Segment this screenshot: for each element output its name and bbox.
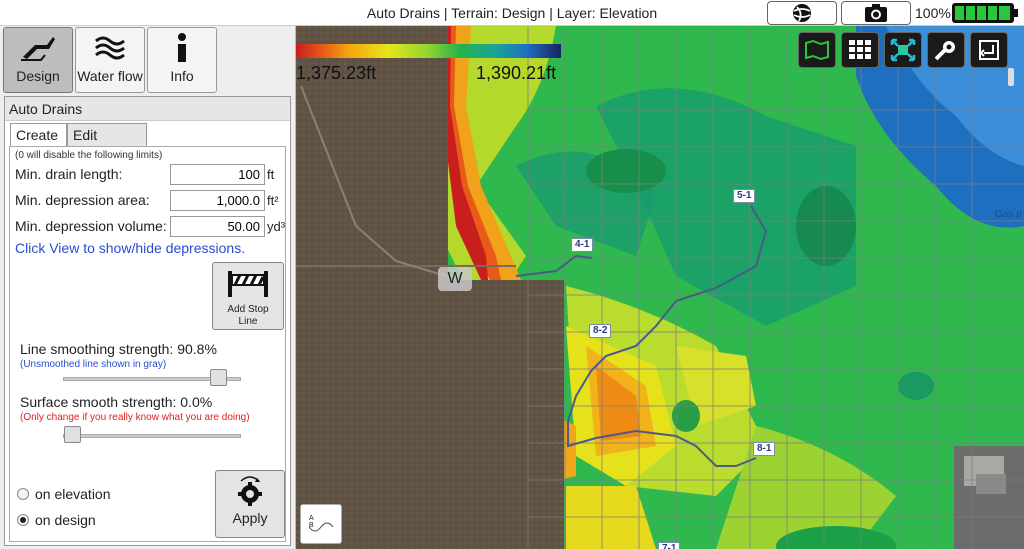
mode-info-button[interactable]: Info [147, 27, 217, 93]
info-icon [178, 33, 186, 62]
radio-dot [17, 514, 29, 526]
surface-smooth-slider[interactable] [63, 426, 241, 443]
surface-smooth-label: Surface smooth strength: 0.0% [20, 394, 213, 410]
legend-min-value: 1,375.23ft [296, 63, 377, 83]
radio-label: on design [35, 512, 96, 528]
camera-icon [865, 4, 887, 22]
waypoint-marker[interactable]: W [438, 267, 472, 291]
auto-drains-panel: Auto Drains Create Edit Drains (0 will d… [4, 96, 291, 546]
grid-icon [849, 40, 871, 59]
settings-wrench-icon [934, 41, 955, 61]
grid-button[interactable] [841, 32, 879, 68]
slider-thumb[interactable] [64, 426, 81, 443]
min-depression-volume-unit: yd³ [267, 219, 286, 234]
add-stop-line-button[interactable]: Add Stop Line [212, 262, 284, 330]
radio-dot [17, 488, 29, 500]
min-depression-volume-label: Min. depression volume: [15, 218, 167, 234]
surface-smooth-warning: (Only change if you really know what you… [20, 412, 250, 423]
min-drain-length-unit: ft [267, 167, 275, 182]
radio-label: on elevation [35, 486, 111, 502]
globe-button[interactable] [767, 1, 837, 25]
drain-label[interactable]: 4-1 [571, 238, 594, 252]
line-smoothing-label: Line smoothing strength: 90.8% [20, 341, 217, 357]
battery-percent: 100% [915, 5, 951, 21]
layers-button[interactable] [798, 32, 836, 68]
poi-label: Gas p [995, 209, 1022, 220]
min-depression-area-input[interactable] [170, 190, 265, 211]
globe-icon [793, 4, 811, 22]
min-depression-area-unit: ft² [267, 193, 279, 208]
limits-note: (0 will disable the following limits) [15, 150, 163, 161]
fit-extent-button[interactable] [884, 32, 922, 68]
radio-on-design[interactable]: on design [17, 512, 96, 528]
map-scrollbar[interactable] [1008, 68, 1014, 86]
settings-button[interactable] [927, 32, 965, 68]
line-smoothing-hint: (Unsmoothed line shown in gray) [20, 359, 167, 370]
min-depression-area-label: Min. depression area: [15, 192, 150, 208]
return-button[interactable] [970, 32, 1008, 68]
min-depression-volume-input[interactable] [170, 216, 265, 237]
panel-title: Auto Drains [5, 97, 290, 121]
mode-label: Design [16, 68, 60, 84]
elevation-legend-bar [296, 44, 561, 58]
slider-thumb[interactable] [210, 369, 228, 386]
layers-map-icon [805, 39, 829, 61]
mode-waterflow-button[interactable]: Water flow [75, 27, 145, 93]
drain-label[interactable]: 7-1 [658, 542, 681, 549]
min-drain-length-label: Min. drain length: [15, 166, 123, 182]
screenshot-button[interactable] [841, 1, 911, 25]
tab-create[interactable]: Create [10, 123, 67, 147]
min-drain-length-input[interactable] [170, 164, 265, 185]
mode-design-button[interactable]: Design [3, 27, 73, 93]
tab-edit-drains[interactable]: Edit Drains [67, 123, 147, 159]
design-plow-icon [21, 37, 55, 61]
drain-label[interactable]: 5-1 [733, 189, 756, 203]
add-stop-line-label: Add Stop Line [227, 304, 269, 327]
mode-label: Water flow [77, 68, 143, 84]
ab-line-button[interactable]: A B [300, 504, 342, 544]
mode-label: Info [170, 68, 194, 84]
legend-max-value: 1,390.21ft [476, 63, 557, 83]
side-panel: Design Water flow Info Auto Drains Creat… [0, 26, 296, 549]
battery-icon [952, 3, 1018, 23]
apply-button[interactable]: Apply [215, 470, 285, 538]
ab-label: A B [309, 515, 328, 529]
status-bar: Auto Drains | Terrain: Design | Layer: E… [0, 0, 1024, 26]
return-icon [979, 40, 999, 60]
radio-on-elevation[interactable]: on elevation [17, 486, 111, 502]
gear-apply-icon [238, 476, 262, 506]
water-flow-icon [95, 36, 125, 60]
map-view[interactable]: 1,375.23ft 1,390.21ft 5-1 4-1 8-2 8-1 7-… [296, 26, 1024, 549]
stop-line-icon [228, 271, 268, 297]
create-tab-content: (0 will disable the following limits) Mi… [9, 146, 286, 542]
drain-label[interactable]: 8-1 [753, 442, 776, 456]
drain-label[interactable]: 8-2 [589, 324, 612, 338]
line-smoothing-slider[interactable] [63, 369, 241, 386]
elevation-map[interactable] [296, 26, 1024, 549]
apply-label: Apply [232, 510, 268, 526]
fit-extent-icon [890, 38, 916, 62]
show-depressions-hint[interactable]: Click View to show/hide depressions. [15, 240, 245, 256]
